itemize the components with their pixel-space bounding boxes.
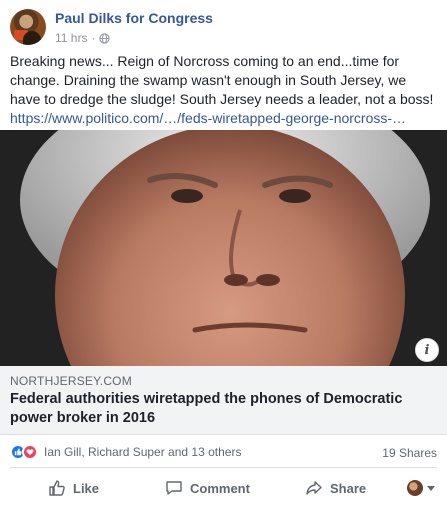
share-button[interactable]: Share [305,472,366,504]
comment-button[interactable]: Comment [165,472,250,504]
action-divider [10,467,437,468]
like-label: Like [73,480,100,496]
page-avatar[interactable] [10,9,46,45]
post-timestamp[interactable]: 11 hrs [55,31,87,45]
link-preview-card[interactable]: NORTHJERSEY.COM Federal authorities wire… [0,366,447,435]
reactions-summary[interactable]: Ian Gill, Richard Super and 13 others [10,444,241,460]
portrait-illustration [0,130,447,366]
user-avatar [407,480,423,496]
love-reaction-icon [22,444,38,460]
meta-separator: · [91,31,96,45]
link-preview-image[interactable]: i [0,130,447,366]
preview-domain: NORTHJERSEY.COM [10,374,132,388]
facebook-post: Paul Dilks for Congress 11 hrs · Breakin… [0,0,447,510]
like-button[interactable]: Like [48,472,99,504]
avatar-figure-shape [23,31,41,45]
post-text: Breaking news... Reign of Norcross comin… [10,53,434,107]
post-link[interactable]: https://www.politico.com/…/feds-wiretapp… [10,109,440,128]
globe-icon[interactable] [99,32,111,44]
post-meta: 11 hrs · [55,31,111,45]
reactors-text[interactable]: Ian Gill, Richard Super and 13 others [44,445,241,459]
chevron-down-icon [427,485,435,491]
comment-icon [166,481,182,495]
thumbs-up-icon [49,480,65,496]
post-body: Breaking news... Reign of Norcross comin… [10,52,440,128]
action-bar: Like Comment Share [0,470,447,506]
share-arrow-icon [306,481,322,495]
info-icon[interactable]: i [415,338,439,362]
comment-label: Comment [190,480,250,496]
preview-headline[interactable]: Federal authorities wiretapped the phone… [10,390,420,428]
shares-count[interactable]: 19 Shares [382,446,437,460]
reaction-profile-selector[interactable] [407,480,435,496]
post-author[interactable]: Paul Dilks for Congress [55,10,213,26]
share-label: Share [330,480,367,496]
